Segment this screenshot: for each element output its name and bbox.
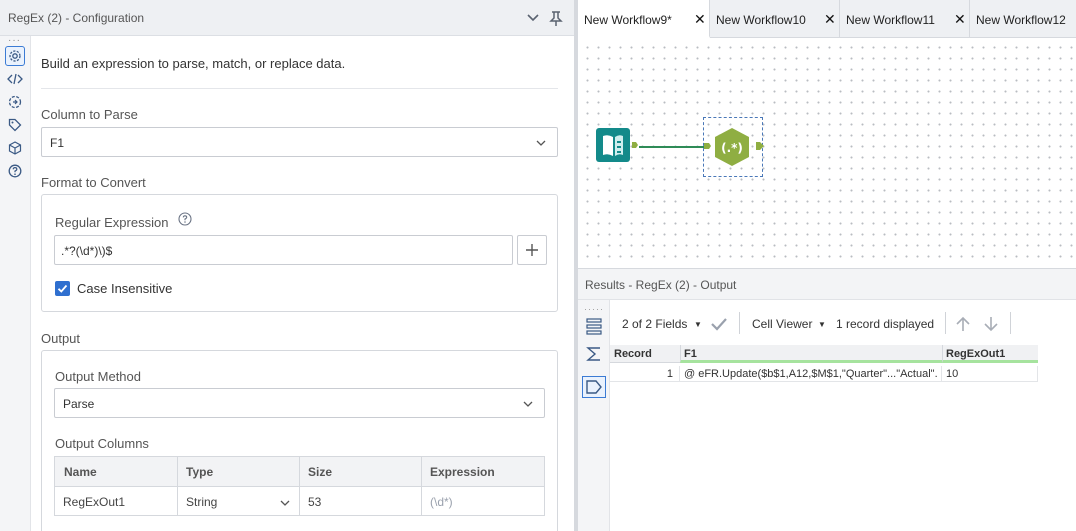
output-columns-table: Name Type Size Expression RegExOut1 Stri… (54, 456, 545, 516)
caret-down-icon[interactable]: ▼ (818, 320, 826, 329)
tag-icon[interactable] (5, 115, 25, 135)
grid-cell-record[interactable]: 1 (610, 366, 680, 382)
workflow-canvas[interactable]: (.*) (578, 38, 1076, 264)
tab-label: New Workflow12 (976, 13, 1066, 27)
regex-tool-icon[interactable]: (.*) (704, 127, 768, 167)
configuration-body: Build an expression to parse, match, or … (31, 36, 574, 531)
output-column-expression: (\d*) (430, 495, 453, 509)
results-panel: ····· 2 of 2 Fields ▼ Cell Viewer ▼ 1 re… (578, 300, 1076, 531)
configuration-title: RegEx (2) - Configuration (8, 11, 145, 25)
column-separator (177, 457, 178, 515)
drag-handle-icon[interactable]: ··· (8, 36, 21, 46)
tab-workflow12[interactable]: New Workflow12 (970, 0, 1076, 38)
arrow-down-icon[interactable] (982, 315, 1000, 333)
grid-header-label: F1 (684, 348, 697, 360)
caret-down-icon[interactable]: ▼ (694, 320, 702, 329)
cube-icon[interactable] (5, 138, 25, 158)
grid-header-label: RegExOut1 (946, 348, 1006, 360)
results-side-rail: ····· (578, 300, 610, 531)
output-label: Output (41, 331, 81, 346)
input-data-tool-icon[interactable] (594, 126, 640, 168)
tab-label: New Workflow9* (584, 13, 672, 27)
workflow-tabs: New Workflow9* ✕ New Workflow10 ✕ New Wo… (578, 0, 1076, 38)
regular-expression-input[interactable]: .*?(\d*)\)$ (54, 235, 513, 265)
help-icon[interactable] (178, 212, 192, 226)
output-method-value: Parse (63, 397, 95, 411)
tab-label: New Workflow11 (846, 13, 935, 27)
pin-icon[interactable] (547, 9, 565, 27)
output-column-size[interactable]: 53 (308, 495, 321, 509)
gear-icon[interactable] (5, 46, 25, 66)
connection-progress-icon[interactable] (5, 92, 25, 112)
toolbar-separator (1010, 312, 1011, 334)
fields-selector[interactable]: 2 of 2 Fields (622, 317, 687, 331)
column-to-parse-select[interactable]: F1 (41, 127, 558, 157)
close-icon[interactable]: ✕ (954, 11, 966, 28)
column-header-expression: Expression (430, 465, 495, 479)
chevron-down-icon[interactable] (524, 9, 542, 27)
column-to-parse-label: Column to Parse (41, 107, 138, 122)
column-separator (299, 457, 300, 515)
chevron-down-icon (523, 401, 533, 407)
tab-workflow10[interactable]: New Workflow10 ✕ (710, 0, 840, 38)
tool-description: Build an expression to parse, match, or … (41, 56, 346, 71)
column-header-name: Name (64, 465, 97, 479)
toolbar-separator (739, 312, 740, 334)
close-icon[interactable]: ✕ (694, 11, 706, 28)
plus-icon (526, 244, 538, 256)
grid-cell-f1[interactable]: @ eFR.Update($b$1,A12,$M$1,"Quarter"..."… (680, 366, 942, 382)
svg-text:(.*): (.*) (721, 141, 743, 155)
divider (41, 88, 558, 89)
chevron-down-icon (536, 140, 546, 146)
grid-cell-regexout1[interactable]: 10 (942, 366, 1038, 382)
output-group: Output Method Parse Output Columns Name … (41, 350, 558, 531)
regular-expression-label: Regular Expression (55, 215, 169, 230)
output-method-label: Output Method (55, 369, 141, 384)
output-column-name[interactable]: RegExOut1 (63, 495, 125, 509)
help-icon[interactable] (5, 161, 25, 181)
grid-header-f1[interactable]: F1 (680, 345, 942, 363)
checkmark-icon[interactable] (710, 317, 728, 331)
output-columns-label: Output Columns (55, 436, 149, 451)
column-separator (421, 457, 422, 515)
configuration-panel: RegEx (2) - Configuration ··· Build an e… (0, 0, 574, 531)
grid-header-record[interactable]: Record (610, 345, 680, 363)
format-to-convert-group: Regular Expression .*?(\d*)\)$ Case Inse… (41, 194, 558, 312)
grid-cell-value: 10 (946, 368, 959, 380)
configuration-title-bar: RegEx (2) - Configuration (0, 0, 574, 36)
column-header-type: Type (186, 465, 214, 479)
tab-label: New Workflow10 (716, 13, 806, 27)
column-header-size: Size (308, 465, 333, 479)
sigma-icon[interactable] (582, 343, 606, 365)
case-insensitive-label: Case Insensitive (77, 281, 173, 296)
output-column-type[interactable]: String (186, 495, 217, 509)
grid-header-label: Record (614, 348, 652, 360)
column-to-parse-value: F1 (50, 136, 65, 150)
configuration-side-rail: ··· (0, 36, 31, 531)
grid-header-regexout1[interactable]: RegExOut1 (942, 345, 1038, 363)
output-method-select[interactable]: Parse (54, 388, 545, 418)
drag-handle-icon[interactable]: ····· (584, 304, 604, 314)
results-title-bar: Results - RegEx (2) - Output (578, 268, 1076, 300)
close-icon[interactable]: ✕ (824, 11, 836, 28)
arrow-up-icon[interactable] (954, 315, 972, 333)
list-view-icon[interactable] (582, 315, 606, 337)
format-to-convert-label: Format to Convert (41, 175, 146, 190)
case-insensitive-checkbox[interactable] (55, 281, 70, 296)
tag-view-icon[interactable] (582, 376, 606, 398)
results-title: Results - RegEx (2) - Output (585, 278, 737, 292)
code-icon[interactable] (5, 69, 25, 89)
grid-cell-value: 1 (666, 368, 673, 380)
cell-viewer-selector[interactable]: Cell Viewer (752, 317, 812, 331)
records-count: 1 record displayed (836, 317, 935, 331)
tab-workflow9[interactable]: New Workflow9* ✕ (578, 0, 710, 38)
add-token-button[interactable] (517, 235, 547, 265)
toolbar-separator (945, 312, 946, 334)
checkmark-icon (57, 284, 68, 293)
regular-expression-value: .*?(\d*)\)$ (61, 244, 113, 258)
chevron-down-icon[interactable] (279, 497, 291, 509)
connection-line[interactable] (639, 146, 704, 148)
grid-cell-value: @ eFR.Update($b$1,A12,$M$1,"Quarter"..."… (684, 368, 938, 380)
tab-workflow11[interactable]: New Workflow11 ✕ (840, 0, 970, 38)
